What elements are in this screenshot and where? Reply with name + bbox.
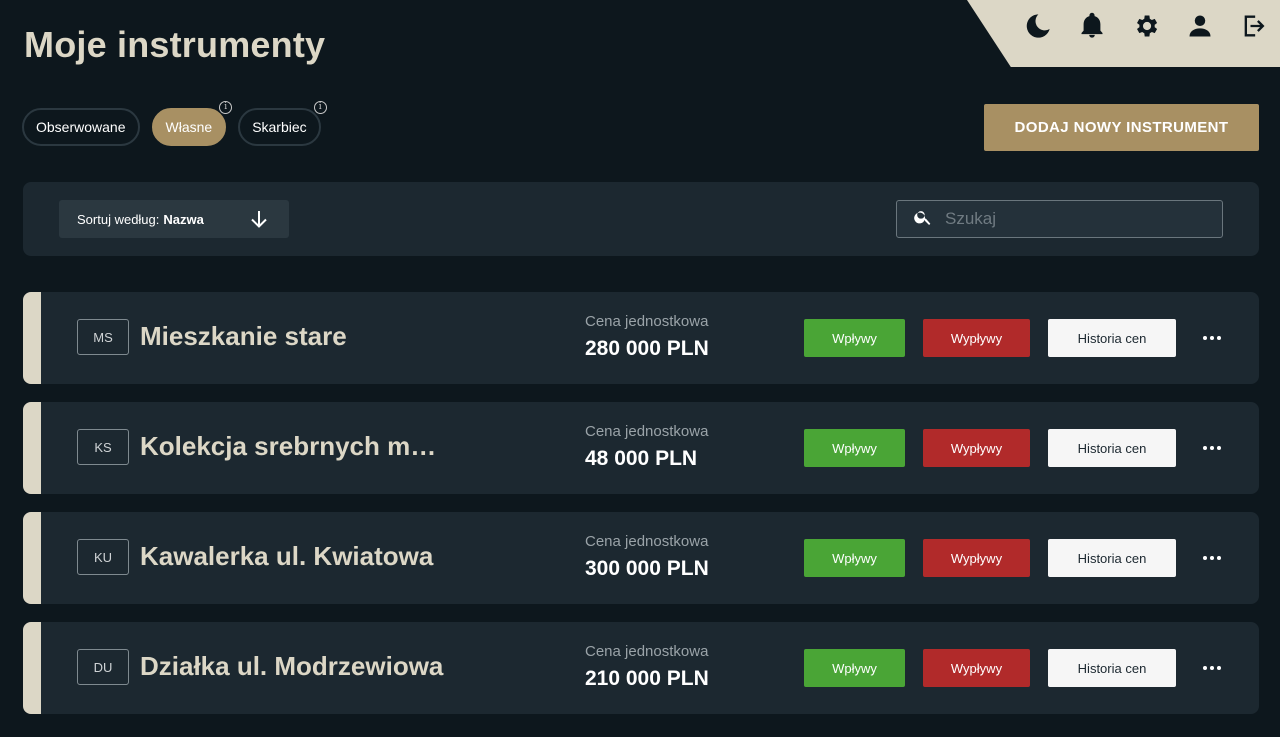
chip-wlasne[interactable]: Własne i bbox=[151, 101, 233, 146]
instrument-row: MS Mieszkanie stare Cena jednostkowa 280… bbox=[23, 292, 1259, 384]
price-label: Cena jednostkowa bbox=[585, 313, 709, 330]
list-toolbar: Sortuj według: Nazwa bbox=[23, 182, 1259, 256]
instrument-row: KU Kawalerka ul. Kwiatowa Cena jednostko… bbox=[23, 512, 1259, 604]
more-icon[interactable] bbox=[1199, 438, 1225, 458]
row-accent bbox=[23, 402, 41, 494]
sort-button[interactable]: Sortuj według: Nazwa bbox=[59, 200, 289, 238]
page-title: Moje instrumenty bbox=[24, 24, 326, 65]
search-input[interactable] bbox=[945, 209, 1205, 229]
info-icon[interactable]: i bbox=[313, 101, 327, 114]
instrument-badge: MS bbox=[77, 319, 129, 355]
chip-label: Skarbiec bbox=[252, 119, 307, 135]
sort-value: Nazwa bbox=[163, 211, 204, 227]
chip-skarbiec[interactable]: Skarbiec i bbox=[238, 101, 327, 146]
outflows-button[interactable]: Wypływy bbox=[923, 539, 1030, 577]
instrument-badge: KS bbox=[77, 429, 129, 465]
outflows-button[interactable]: Wypływy bbox=[923, 429, 1030, 467]
moon-icon[interactable] bbox=[1022, 10, 1054, 42]
chip-obserwowane[interactable]: Obserwowane bbox=[22, 108, 140, 146]
chip-label: Obserwowane bbox=[36, 119, 126, 135]
price-history-button[interactable]: Historia cen bbox=[1048, 649, 1176, 687]
row-accent bbox=[23, 512, 41, 604]
price-label: Cena jednostkowa bbox=[585, 643, 709, 660]
instrument-list: MS Mieszkanie stare Cena jednostkowa 280… bbox=[23, 292, 1259, 732]
price-history-button[interactable]: Historia cen bbox=[1048, 539, 1176, 577]
info-icon[interactable]: i bbox=[219, 101, 233, 114]
row-accent bbox=[23, 622, 41, 714]
price-value: 210 000 PLN bbox=[585, 667, 709, 690]
add-instrument-button[interactable]: DODAJ NOWY INSTRUMENT bbox=[984, 104, 1259, 151]
filter-chips: Obserwowane Własne i Skarbiec i bbox=[22, 101, 327, 146]
bell-icon[interactable] bbox=[1076, 10, 1108, 42]
inflows-button[interactable]: Wpływy bbox=[804, 649, 905, 687]
top-icon-group bbox=[1022, 10, 1270, 42]
instrument-name: Działka ul. Modrzewiowa bbox=[140, 651, 444, 681]
row-accent bbox=[23, 292, 41, 384]
user-icon[interactable] bbox=[1184, 10, 1216, 42]
instrument-row: KS Kolekcja srebrnych mo… Cena jednostko… bbox=[23, 402, 1259, 494]
price-label: Cena jednostkowa bbox=[585, 423, 709, 440]
price-value: 300 000 PLN bbox=[585, 557, 709, 580]
outflows-button[interactable]: Wypływy bbox=[923, 649, 1030, 687]
instrument-name: Kolekcja srebrnych mo… bbox=[140, 431, 450, 461]
more-icon[interactable] bbox=[1199, 658, 1225, 678]
search-box bbox=[896, 200, 1223, 238]
instrument-name: Kawalerka ul. Kwiatowa bbox=[140, 541, 434, 571]
gear-icon[interactable] bbox=[1130, 10, 1162, 42]
page: Moje instrumenty Obserwowane Własne i Sk… bbox=[0, 0, 1280, 737]
chip-label: Własne bbox=[165, 119, 213, 135]
instrument-badge: DU bbox=[77, 649, 129, 685]
price-value: 280 000 PLN bbox=[585, 337, 709, 360]
instrument-row: DU Działka ul. Modrzewiowa Cena jednostk… bbox=[23, 622, 1259, 714]
inflows-button[interactable]: Wpływy bbox=[804, 429, 905, 467]
instrument-badge: KU bbox=[77, 539, 129, 575]
price-value: 48 000 PLN bbox=[585, 447, 698, 470]
price-history-button[interactable]: Historia cen bbox=[1048, 319, 1176, 357]
more-icon[interactable] bbox=[1199, 548, 1225, 568]
search-icon bbox=[913, 207, 933, 232]
more-icon[interactable] bbox=[1199, 328, 1225, 348]
price-history-button[interactable]: Historia cen bbox=[1048, 429, 1176, 467]
inflows-button[interactable]: Wpływy bbox=[804, 539, 905, 577]
instrument-name: Mieszkanie stare bbox=[140, 321, 347, 351]
price-label: Cena jednostkowa bbox=[585, 533, 709, 550]
logout-icon[interactable] bbox=[1238, 10, 1270, 42]
sort-label: Sortuj według: bbox=[77, 211, 160, 227]
outflows-button[interactable]: Wypływy bbox=[923, 319, 1030, 357]
arrow-down-icon bbox=[249, 209, 269, 229]
inflows-button[interactable]: Wpływy bbox=[804, 319, 905, 357]
